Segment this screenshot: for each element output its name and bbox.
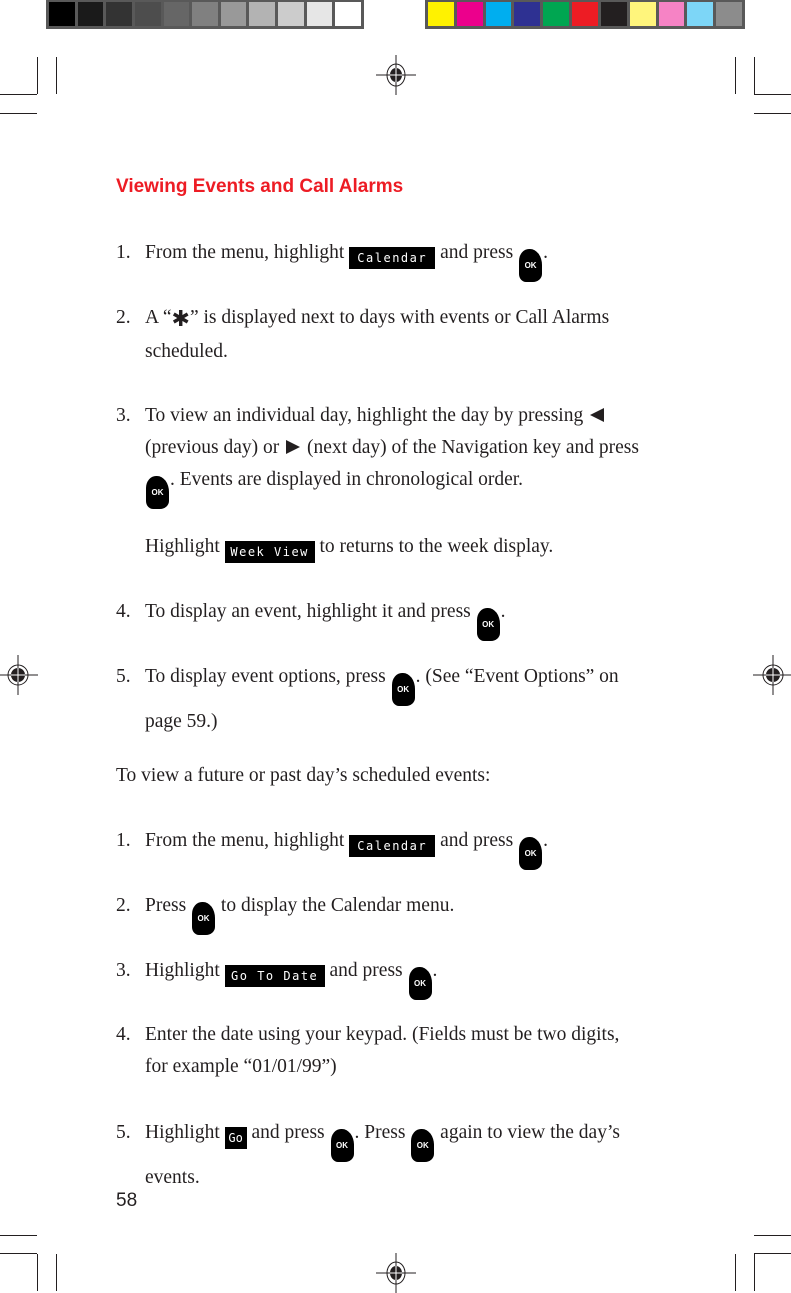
color-swatch (278, 2, 304, 26)
color-swatch (249, 2, 276, 26)
nav-left-arrow-icon (590, 408, 605, 422)
crop-mark (754, 113, 791, 114)
registration-mark-icon (376, 1253, 416, 1293)
color-swatch (485, 2, 512, 26)
page-number: 58 (116, 1190, 138, 1211)
registration-mark-icon (753, 655, 791, 695)
color-swatch (77, 2, 104, 26)
nav-right-arrow-icon (286, 440, 301, 454)
color-swatch (49, 2, 75, 26)
crop-mark (754, 94, 791, 95)
lcd-label-calendar: Calendar (349, 835, 436, 857)
ok-key-icon: OK (476, 608, 500, 641)
step-3-highlight-week-view: Highlight Week View to returns to the we… (116, 531, 553, 563)
step-1-go-to-date: 1. From the menu, highlight Calendar and … (116, 825, 548, 870)
crop-mark (0, 94, 37, 95)
future-past-intro: To view a future or past day’s scheduled… (116, 765, 491, 786)
step-4-go-to-date: 4. Enter the date using your keypad. (Fie… (116, 1024, 620, 1077)
asterisk-icon: ✱ (171, 307, 190, 332)
lcd-label-go: Go (224, 1127, 247, 1149)
color-swatch (220, 2, 247, 26)
crop-mark (0, 1235, 37, 1236)
color-swatch (456, 2, 483, 26)
color-swatch (716, 2, 742, 26)
ok-key-icon: OK (391, 673, 415, 706)
color-swatch (192, 2, 218, 26)
crop-mark (0, 113, 37, 114)
step-4-view-events: 4. To display an event, highlight it and … (116, 596, 506, 641)
crop-mark (0, 1253, 37, 1254)
color-swatch (572, 2, 598, 26)
crop-mark (37, 57, 38, 94)
color-swatch (629, 2, 656, 26)
crop-mark (735, 57, 736, 94)
color-swatch (134, 2, 161, 26)
color-swatch (306, 2, 333, 26)
color-swatch (600, 2, 627, 26)
lcd-label-go-to-date: Go To Date (224, 965, 325, 987)
step-5-go-to-date: 5. Highlight Go and press OK. Press OK ag… (116, 1122, 620, 1188)
process-color-bar (425, 0, 745, 29)
lcd-label-calendar: Calendar (349, 247, 436, 269)
ok-key-icon: OK (192, 902, 216, 935)
color-swatch (428, 2, 454, 26)
registration-mark-icon (376, 55, 416, 95)
step-2-go-to-date: 2. Press OK to display the Calendar menu. (116, 890, 454, 935)
step-3-go-to-date: 3. Highlight Go To Date and press OK. (116, 955, 437, 1000)
lcd-label-week-view: Week View (224, 541, 315, 563)
crop-mark (754, 1254, 755, 1291)
color-swatch (106, 2, 132, 26)
color-swatch (543, 2, 570, 26)
step-5-view-events: 5. To display event options, press OK. (S… (116, 666, 619, 732)
ok-key-icon: OK (146, 476, 169, 509)
color-swatch (687, 2, 714, 26)
ok-key-icon: OK (411, 1129, 435, 1162)
crop-mark (754, 1253, 791, 1254)
ok-key-icon: OK (408, 967, 432, 1000)
step-3-view-events: 3. To view an individual day, highlight t… (116, 400, 639, 509)
crop-mark (56, 57, 57, 94)
ok-key-icon: OK (330, 1129, 354, 1162)
section-heading: Viewing Events and Call Alarms (116, 176, 404, 197)
color-swatch (335, 2, 362, 26)
registration-mark-icon (0, 655, 38, 695)
color-swatch (514, 2, 541, 26)
step-2-view-events: 2. A “✱” is displayed next to days with e… (116, 307, 610, 362)
grayscale-color-bar (46, 0, 364, 29)
ok-key-icon: OK (519, 249, 543, 282)
color-swatch (163, 2, 190, 26)
step-1-view-events: 1. From the menu, highlight Calendar and … (116, 237, 548, 282)
crop-mark (735, 1254, 736, 1291)
crop-mark (754, 1235, 791, 1236)
crop-mark (37, 1254, 38, 1291)
ok-key-icon: OK (519, 837, 543, 870)
crop-mark (754, 57, 755, 94)
color-swatch (658, 2, 685, 26)
crop-mark (56, 1254, 57, 1291)
